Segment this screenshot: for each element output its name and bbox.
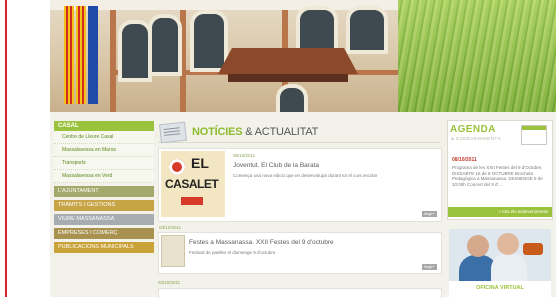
news-date: 03/10/2011 [158, 280, 181, 285]
virtual-office-link[interactable]: OFICINA VIRTUAL [449, 281, 551, 297]
sidebar-section-tramits[interactable]: TRÀMITS I GESTIONS [54, 200, 154, 211]
read-more-button[interactable]: llegir+ [422, 264, 437, 270]
news-item[interactable]: 03/10/2011 Festes a Massanassa. XXII Fes… [158, 225, 442, 274]
sidebar-nav: CASAL Centre de Lleure Casal Massalavess… [54, 121, 154, 253]
festes-thumbnail [161, 235, 185, 267]
newspaper-icon [159, 121, 187, 144]
rice-field-photo [398, 0, 556, 112]
agenda-panel: AGENDA & ESDEVENIMENTS 08/10/2011 Progra… [447, 120, 553, 220]
news-header: NOTÍCIES & ACTUALITAT [158, 120, 440, 144]
news-date: 05/10/2011 [233, 153, 256, 158]
news-excerpt: Comença una nova edició que en desenvolu… [233, 173, 378, 178]
sidebar-section-viure[interactable]: VIURE MASSANASSA [54, 214, 154, 225]
news-section: NOTÍCIES & ACTUALITAT EL CASALET 05/10/2… [158, 120, 442, 298]
agenda-date: 08/10/2011 [452, 157, 477, 163]
news-date: 03/10/2011 [159, 225, 182, 230]
town-hall-photo [50, 0, 400, 112]
news-excerpt: Festival de paelles el diumenge 9 d'octu… [189, 250, 276, 255]
news-title: NOTÍCIES & ACTUALITAT [192, 126, 319, 138]
sidebar-item-centre-lleure[interactable]: Centre de Lleure Casal [54, 131, 154, 144]
mouse-icon [523, 243, 543, 255]
sidebar-item-transports[interactable]: Transports [54, 157, 154, 170]
agenda-title: AGENDA [450, 124, 496, 135]
sidebar-section-ajuntament[interactable]: L'AJUNTAMENT [54, 186, 154, 197]
news-title-link[interactable]: Festes a Massanassa. XXII Festes del 9 d… [189, 239, 334, 246]
sidebar-section-empreses[interactable]: EMPRESES I COMERÇ [54, 228, 154, 239]
sidebar-heading[interactable]: CASAL [54, 121, 154, 131]
header-banner [50, 0, 556, 112]
news-title-link[interactable]: Joventut. El Club de la Barata [233, 162, 319, 169]
calendar-icon [521, 125, 547, 145]
el-casalet-logo: EL CASALET [161, 151, 225, 217]
agenda-event-text[interactable]: Programa de les XXII Festes del 9 d'Octu… [452, 165, 546, 187]
sidebar-item-massalavessa-verd[interactable]: Massalavessa en Verd [54, 170, 154, 183]
read-more-button[interactable]: llegir+ [422, 211, 437, 217]
all-events-button[interactable]: » tots els esdeveniments [448, 207, 552, 217]
virtual-office-label: OFICINA VIRTUAL [476, 285, 524, 291]
left-red-rule [5, 0, 7, 297]
flags [64, 6, 106, 112]
virtual-office-banner[interactable] [449, 229, 551, 281]
agenda-subtitle: & ESDEVENIMENTS [451, 136, 502, 141]
news-item[interactable]: EL CASALET 05/10/2011 Joventut. El Club … [158, 148, 442, 222]
sidebar-section-publicacions[interactable]: PUBLICACIONS MUNICIPALS [54, 242, 154, 253]
sidebar-item-massalavessa-marxa[interactable]: Massalavessa en Marxa [54, 144, 154, 157]
